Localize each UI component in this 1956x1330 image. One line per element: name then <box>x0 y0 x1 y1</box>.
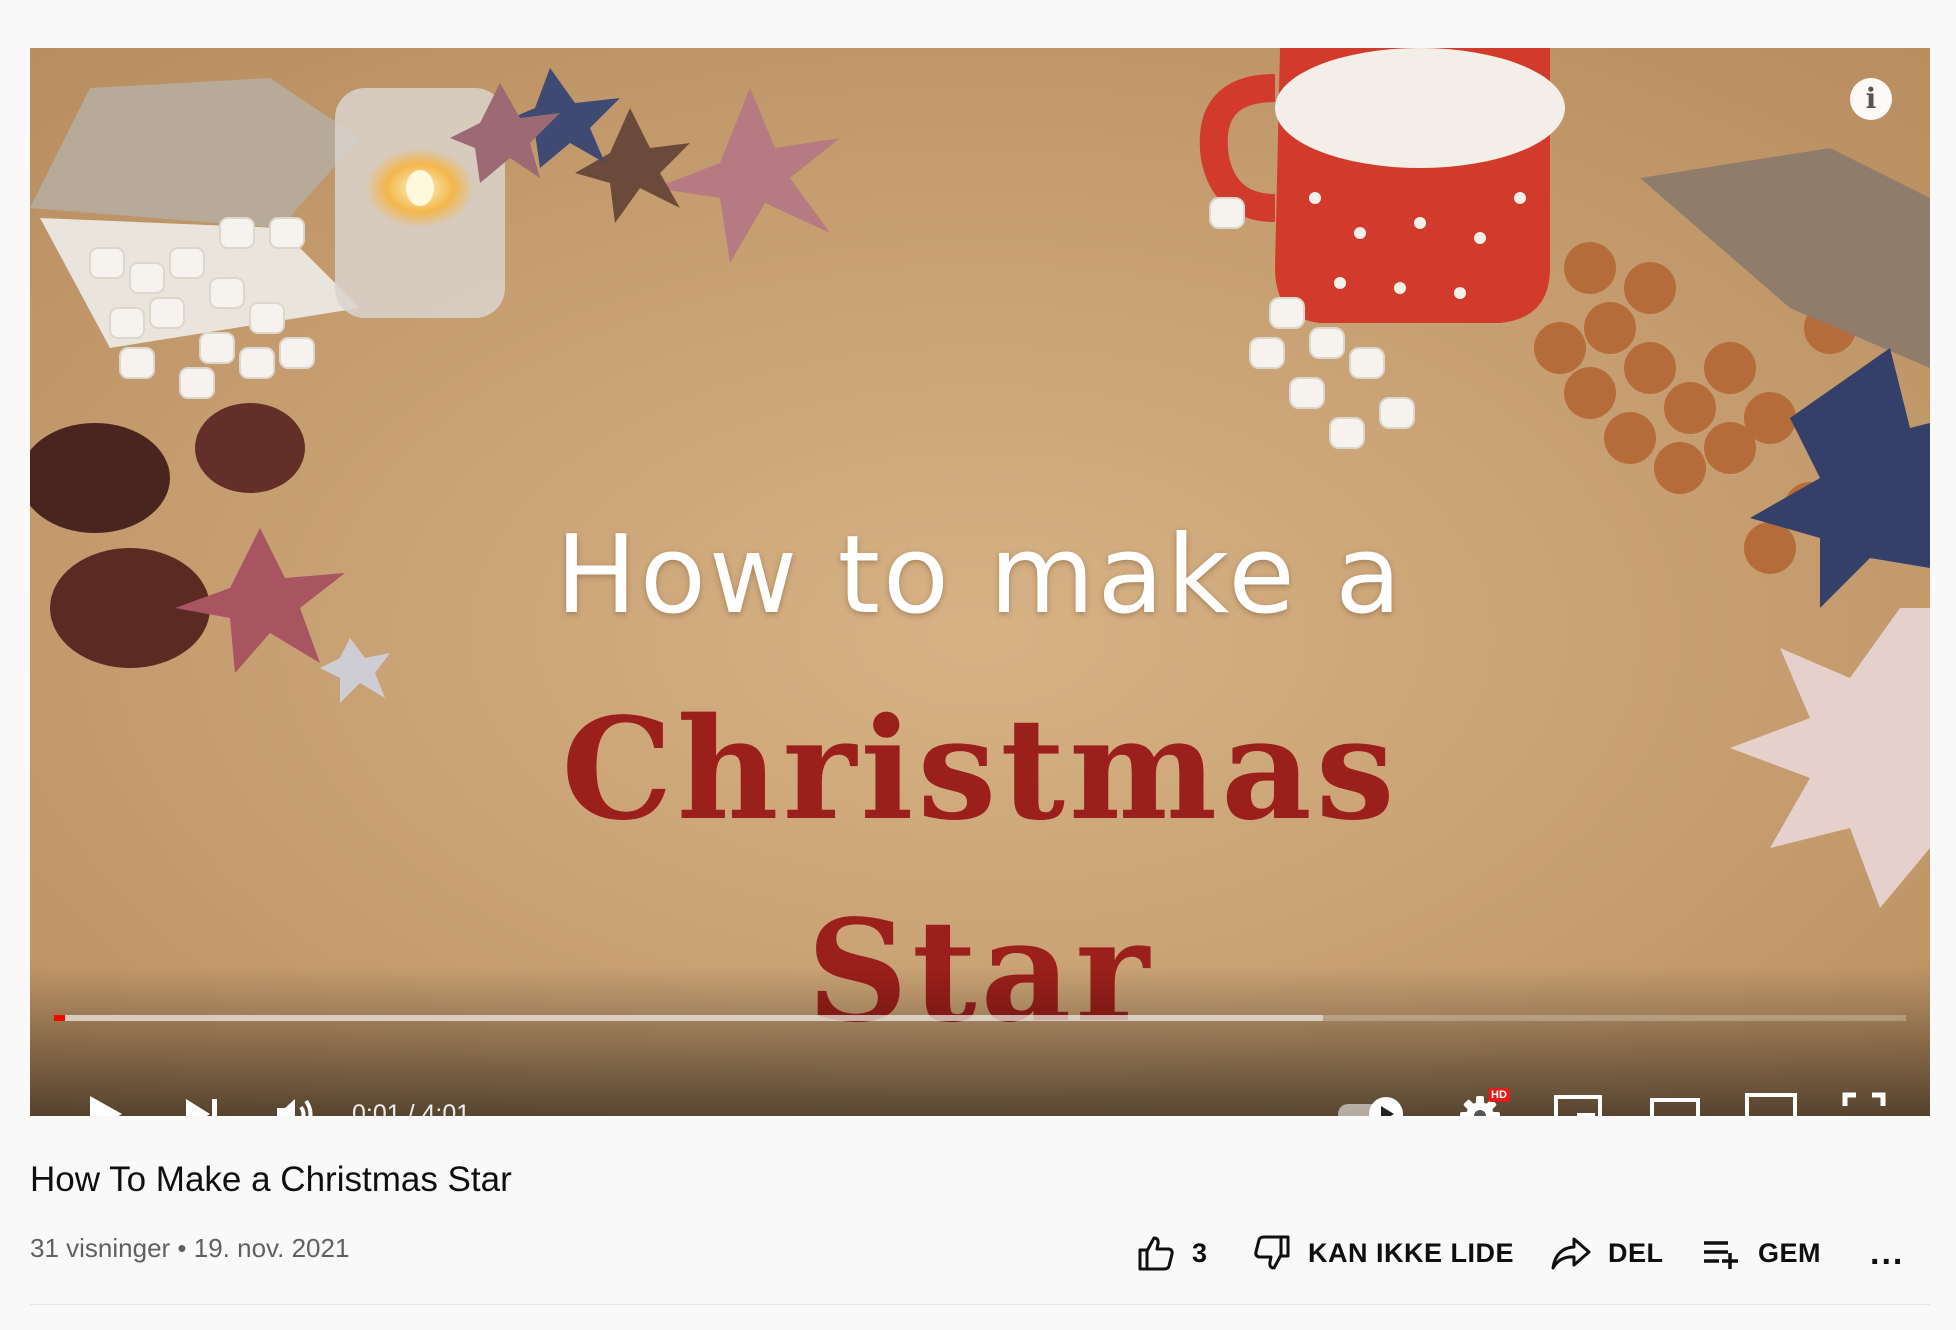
time-separator: / <box>400 1100 422 1116</box>
play-button[interactable] <box>76 1084 136 1116</box>
hd-badge: HD <box>1488 1088 1510 1102</box>
progress-bar[interactable] <box>54 1015 1906 1021</box>
view-count: 31 visninger <box>30 1233 171 1263</box>
video-title: How To Make a Christmas Star <box>30 1160 512 1199</box>
fullscreen-button[interactable] <box>1834 1084 1894 1116</box>
miniplayer-icon <box>1554 1095 1602 1116</box>
upload-date: 19. nov. 2021 <box>193 1233 350 1263</box>
volume-button[interactable] <box>266 1084 326 1116</box>
play-icon <box>90 1096 122 1116</box>
airplay-icon <box>1745 1093 1797 1116</box>
dislike-label: KAN IKKE LIDE <box>1308 1237 1515 1268</box>
progress-played <box>54 1015 66 1021</box>
save-label: GEM <box>1758 1237 1822 1268</box>
next-icon <box>186 1099 217 1116</box>
miniplayer-button[interactable] <box>1546 1084 1610 1116</box>
video-meta: 31 visninger • 19. nov. 2021 <box>30 1233 349 1264</box>
divider <box>30 1304 1930 1305</box>
dislike-button[interactable]: KAN IKKE LIDE <box>1252 1228 1514 1278</box>
next-button[interactable] <box>172 1084 232 1116</box>
like-count: 3 <box>1192 1237 1208 1268</box>
more-icon: ... <box>1870 1233 1905 1272</box>
thumbs-down-icon <box>1254 1235 1290 1270</box>
more-actions-button[interactable]: ... <box>1870 1228 1904 1278</box>
overlay-title-line-1: How to make a <box>555 513 1405 638</box>
playlist-add-icon <box>1704 1241 1738 1269</box>
theater-mode-button[interactable] <box>1640 1084 1710 1116</box>
share-label: DEL <box>1608 1237 1664 1268</box>
time-current: 0:01 <box>352 1100 401 1116</box>
autoplay-toggle-icon <box>1338 1097 1403 1116</box>
share-button[interactable]: DEL <box>1550 1228 1664 1278</box>
time-total: 4:01 <box>421 1100 471 1116</box>
save-button[interactable]: GEM <box>1702 1228 1821 1278</box>
overlay-title-line-2: Christmas <box>561 688 1399 852</box>
airplay-button[interactable] <box>1736 1084 1806 1116</box>
like-button[interactable]: 3 <box>1136 1228 1208 1278</box>
thumbs-up-icon <box>1138 1236 1174 1271</box>
progress-buffered <box>54 1015 1323 1021</box>
fullscreen-icon <box>1842 1092 1886 1106</box>
meta-separator: • <box>170 1233 194 1263</box>
share-icon <box>1551 1237 1591 1270</box>
volume-icon <box>277 1099 313 1116</box>
video-player[interactable]: How to make a Christmas Star i 0:01 / 4:… <box>30 48 1930 1116</box>
settings-button[interactable]: HD <box>1450 1084 1514 1116</box>
theater-icon <box>1650 1098 1700 1116</box>
info-button[interactable]: i <box>1850 78 1892 120</box>
time-display: 0:01 / 4:01 <box>352 1100 470 1116</box>
autoplay-toggle[interactable] <box>1332 1084 1412 1116</box>
